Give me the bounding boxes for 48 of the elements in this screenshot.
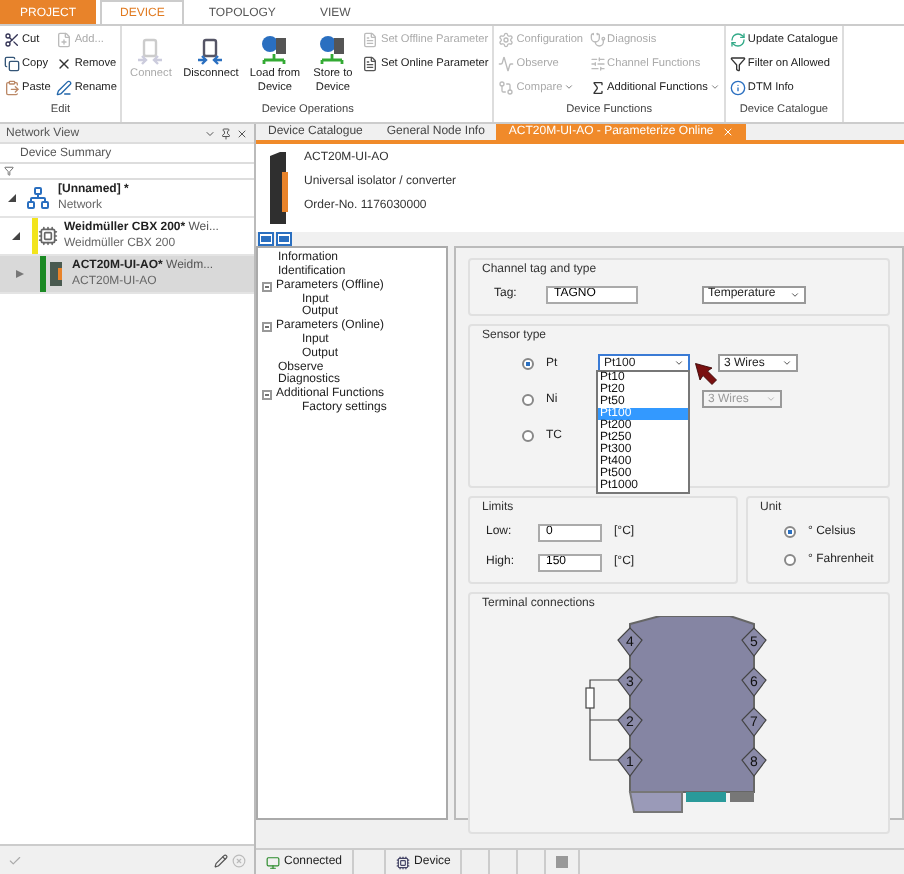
- device-image-icon: [268, 152, 288, 225]
- filter-icon: [729, 55, 746, 71]
- pencil-icon[interactable]: [214, 853, 228, 867]
- plug-icon: [134, 34, 167, 66]
- close-icon: [56, 55, 73, 71]
- collapse-icon[interactable]: [262, 281, 272, 292]
- collapse-icon[interactable]: [262, 322, 272, 333]
- stethoscope-icon: [589, 31, 606, 47]
- radio-button[interactable]: [784, 553, 796, 566]
- plug-icon: [194, 34, 227, 66]
- connected-icon: [266, 855, 280, 870]
- function-icon: [589, 79, 606, 95]
- compare-icon: [498, 79, 515, 95]
- pin-icon[interactable]: [220, 127, 232, 139]
- paste-icon: [4, 79, 20, 95]
- scissors-icon: [4, 31, 20, 47]
- caret-icon: [766, 394, 776, 405]
- refresh-icon: [729, 31, 746, 47]
- info-icon: [729, 79, 746, 95]
- stop-icon: [556, 856, 569, 869]
- radio-button[interactable]: [784, 525, 796, 538]
- rename-icon: [56, 79, 73, 95]
- expand-arrow-icon[interactable]: [8, 194, 16, 202]
- caret-icon: [674, 358, 684, 369]
- caret-icon: [782, 358, 792, 369]
- radio-button[interactable]: [522, 429, 534, 442]
- add-icon: [56, 31, 73, 47]
- document-icon: [362, 31, 379, 47]
- check-icon[interactable]: [8, 853, 22, 867]
- document-icon: [362, 55, 379, 71]
- device-icon: [50, 262, 62, 286]
- device-network-icon: [316, 34, 349, 66]
- device-network-icon: [258, 34, 291, 66]
- network-icon: [26, 186, 50, 210]
- copy-icon: [4, 55, 20, 71]
- expand-arrow-icon[interactable]: [12, 232, 20, 240]
- device-icon: [396, 855, 411, 870]
- chart-icon: [498, 55, 515, 71]
- radio-button[interactable]: [522, 393, 534, 406]
- pointer-arrow-icon: [694, 362, 718, 387]
- radio-button[interactable]: [522, 357, 534, 370]
- filter-icon[interactable]: [4, 166, 14, 176]
- controller-icon: [38, 226, 58, 246]
- collapse-icon[interactable]: [262, 390, 272, 401]
- sliders-icon: [589, 55, 606, 71]
- close-icon[interactable]: [236, 127, 248, 139]
- settings-icon: [498, 31, 515, 47]
- caret-icon: [790, 289, 800, 300]
